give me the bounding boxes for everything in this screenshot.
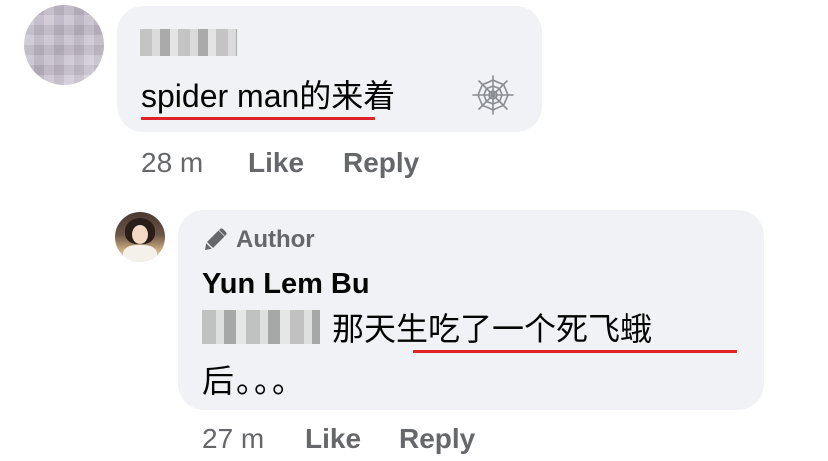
author-badge: Author [202, 224, 315, 256]
reply-text-line1: 那天生吃了一个死飞蛾 [332, 311, 653, 347]
reply-meta: 27 m [202, 422, 264, 456]
reply-author-name[interactable]: Yun Lem Bu [202, 266, 370, 302]
comment-timestamp[interactable]: 28 m [141, 147, 203, 178]
commenter-avatar-blurred[interactable] [24, 5, 104, 85]
spider-web-icon [472, 75, 514, 115]
comment-text: spider man的来着 [141, 78, 396, 114]
mentioned-name-blurred[interactable] [202, 310, 320, 344]
author-avatar[interactable] [115, 212, 165, 262]
reply-text-line2: 后。。。 [202, 363, 307, 399]
pencil-mic-icon [205, 228, 227, 250]
red-underline-annotation [141, 117, 375, 120]
reply-reply-button[interactable]: Reply [399, 423, 475, 454]
comment-reply-button-wrap: Reply [343, 146, 419, 180]
comment-like-button[interactable]: Like [248, 147, 304, 178]
commenter-name-blurred[interactable] [140, 29, 237, 56]
avatar-face [132, 225, 148, 244]
reply-timestamp[interactable]: 27 m [202, 423, 264, 454]
reply-reply-button-wrap: Reply [399, 422, 475, 456]
comment-meta: 28 m [141, 146, 203, 180]
avatar-body [123, 245, 157, 262]
reply-like-button-wrap: Like [305, 422, 361, 456]
red-underline-annotation [413, 350, 737, 353]
comment-like-button-wrap: Like [248, 146, 304, 180]
comment-reply-button[interactable]: Reply [343, 147, 419, 178]
author-badge-label: Author [236, 226, 315, 253]
reply-like-button[interactable]: Like [305, 423, 361, 454]
